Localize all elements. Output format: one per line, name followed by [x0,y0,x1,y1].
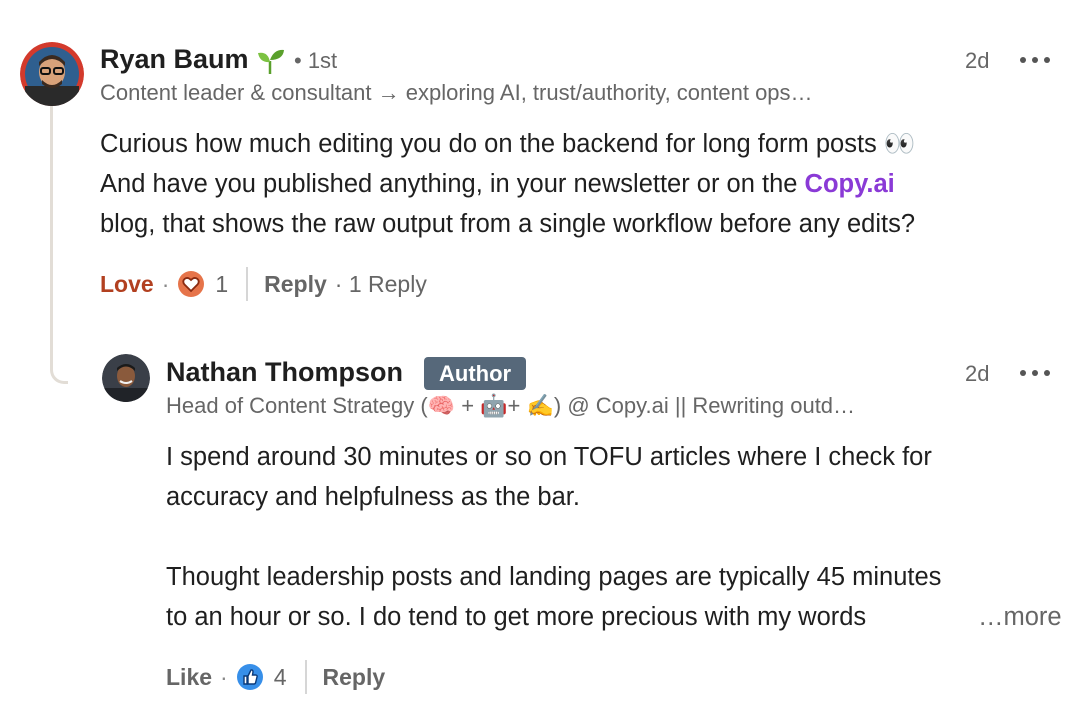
comment-body-line: Curious how much editing you do on the b… [100,130,916,158]
comment-body-line: blog, that shows the raw output from a s… [100,210,916,238]
see-more-link[interactable]: …more [956,597,1062,637]
reply-body: I spend around 30 minutes or so on TOFU … [166,437,941,637]
reply-timestamp: 2d [965,361,990,386]
reaction-count[interactable]: 1 [215,271,228,298]
reply-body-line: I spend around 30 minutes or so on TOFU … [166,443,932,471]
separator-dot: · [161,270,170,297]
reply-button[interactable]: Reply [323,664,386,691]
author-badge: Author [424,357,527,390]
reply-body-line: to an hour or so. I do tend to get more … [166,603,867,631]
comment-timestamp: 2d [965,48,990,73]
divider [304,660,307,694]
thread-connector-line [50,106,68,384]
more-options-icon[interactable] [1020,368,1050,378]
copyai-link[interactable]: Copy.ai [805,170,895,198]
comment-body-text: And have you published anything, in your… [100,170,805,198]
reply-body-line: accuracy and helpfulness as the bar. [166,483,580,511]
divider [246,267,249,301]
reply-body-spacer [166,517,941,557]
thumbs-up-reaction-icon[interactable] [236,663,264,691]
more-options-icon[interactable] [1020,55,1050,65]
comment-body: Curious how much editing you do on the b… [100,124,916,244]
like-reaction-button[interactable]: Like [166,664,212,691]
reply-actions: Like · 4 Reply [166,659,385,695]
avatar[interactable] [20,42,84,106]
reaction-count[interactable]: 4 [274,664,287,691]
heart-reaction-icon[interactable] [177,270,205,298]
reply-body-line: Thought leadership posts and landing pag… [166,563,942,591]
avatar[interactable] [102,354,150,402]
connection-degree: • 1st [294,48,338,73]
reply-count-link[interactable]: · 1 Reply [335,271,427,298]
reply-author-headline: Head of Content Strategy (🧠 + 🤖+ ✍️) @ C… [166,393,856,418]
comment-author-headline: Content leader & consultant → exploring … [100,80,813,105]
sprout-icon [258,49,284,74]
comment-author-name[interactable]: Ryan Baum [100,44,249,75]
reply-author-name[interactable]: Nathan Thompson [166,357,403,388]
comment-body-line: And have you published anything, in your… [100,164,916,204]
reply-button[interactable]: Reply [264,271,327,298]
separator-dot: · [220,663,228,690]
comment-thread: Ryan Baum • 1st Content leader & consult… [0,0,1088,722]
comment-actions: Love · 1 Reply · 1 Reply [100,266,427,302]
love-reaction-button[interactable]: Love [100,271,154,298]
